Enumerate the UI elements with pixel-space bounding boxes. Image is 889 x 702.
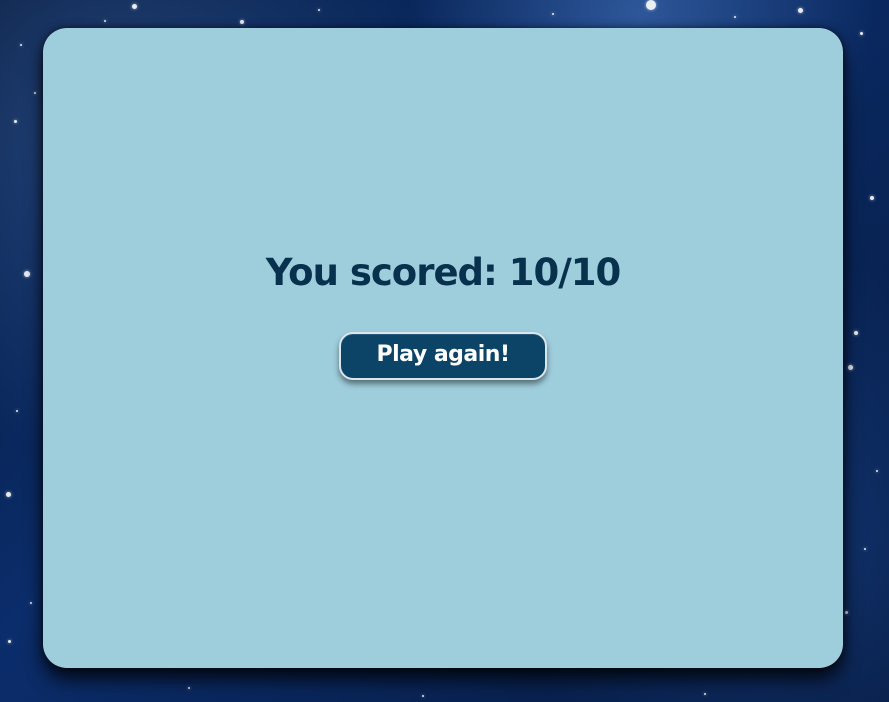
star (14, 120, 17, 123)
star (860, 32, 863, 35)
star (8, 640, 11, 643)
star (24, 271, 30, 277)
play-again-button[interactable]: Play again! (339, 332, 547, 380)
score-title: You scored: 10/10 (265, 251, 621, 294)
star (870, 196, 874, 200)
star (6, 492, 11, 497)
star (798, 8, 803, 13)
star (34, 92, 36, 94)
star (16, 410, 18, 412)
star (854, 331, 858, 335)
score-panel: You scored: 10/10 Play again! (43, 28, 843, 668)
star (422, 695, 424, 697)
star (240, 20, 244, 24)
star (104, 20, 106, 22)
star (876, 470, 878, 472)
star (864, 548, 866, 550)
star (704, 693, 706, 695)
star (848, 365, 853, 370)
star (734, 16, 736, 18)
star (552, 13, 554, 15)
star (318, 9, 320, 11)
star (20, 44, 22, 46)
star (188, 687, 190, 689)
star (646, 0, 656, 10)
star (132, 4, 137, 9)
star (845, 611, 848, 614)
star (30, 602, 32, 604)
